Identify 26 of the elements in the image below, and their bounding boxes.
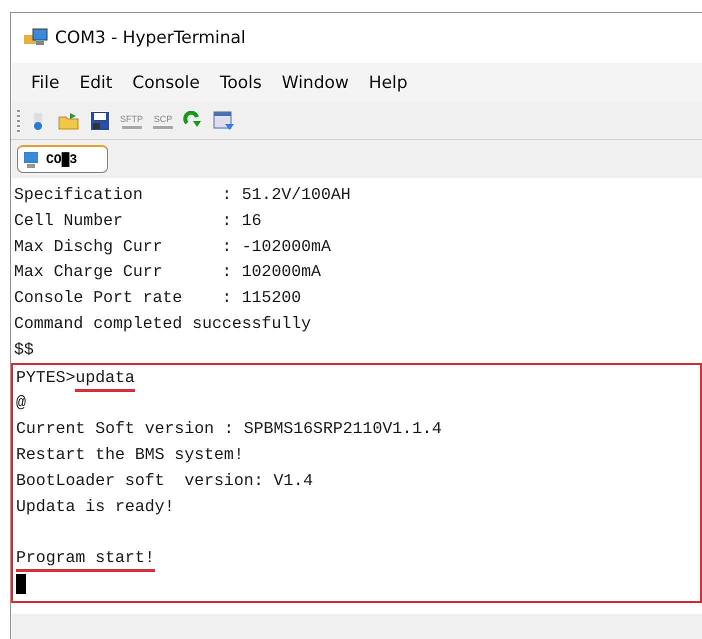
terminal-line: @ — [15, 392, 27, 414]
terminal-line: Max Charge Curr : 102000mA — [13, 261, 322, 284]
terminal-prompt: PYTES> — [16, 368, 76, 387]
session-tab[interactable]: CO█3 — [17, 145, 108, 173]
terminal-line: $$ — [13, 338, 35, 361]
window-title: COM3 - HyperTerminal — [55, 28, 246, 48]
terminal-line: Cell Number : 16 — [13, 210, 263, 232]
menu-item[interactable]: Help — [360, 69, 416, 97]
menu-item[interactable]: Edit — [71, 69, 120, 97]
terminal-line: Program start! — [13, 545, 700, 571]
terminal-line: Restart the BMS system! — [15, 444, 245, 466]
menu-item[interactable]: Window — [274, 69, 357, 97]
terminal-line: Console Port rate : 115200 — [13, 287, 302, 310]
terminal-line: Updata is ready! — [15, 496, 176, 518]
terminal-line: Current Soft version : SPBMS16SRP2110V1.1.4 — [15, 418, 443, 440]
menu-item[interactable]: Tools — [212, 69, 270, 97]
terminal-line: Max Dischg Curr : -102000mA — [13, 236, 332, 258]
toolbar-grip[interactable] — [17, 110, 20, 132]
terminal-line: BootLoader soft version: V1.4 — [15, 470, 314, 492]
text-cursor — [16, 574, 26, 594]
menu-item[interactable]: Console — [124, 69, 208, 97]
terminal-line: Specification : 51.2V/100AH — [13, 184, 352, 206]
computer-icon — [22, 150, 40, 168]
terminal-command: updata — [75, 368, 135, 392]
menu-item[interactable]: File — [23, 69, 68, 97]
terminal-line: Command completed successfully — [13, 312, 312, 335]
